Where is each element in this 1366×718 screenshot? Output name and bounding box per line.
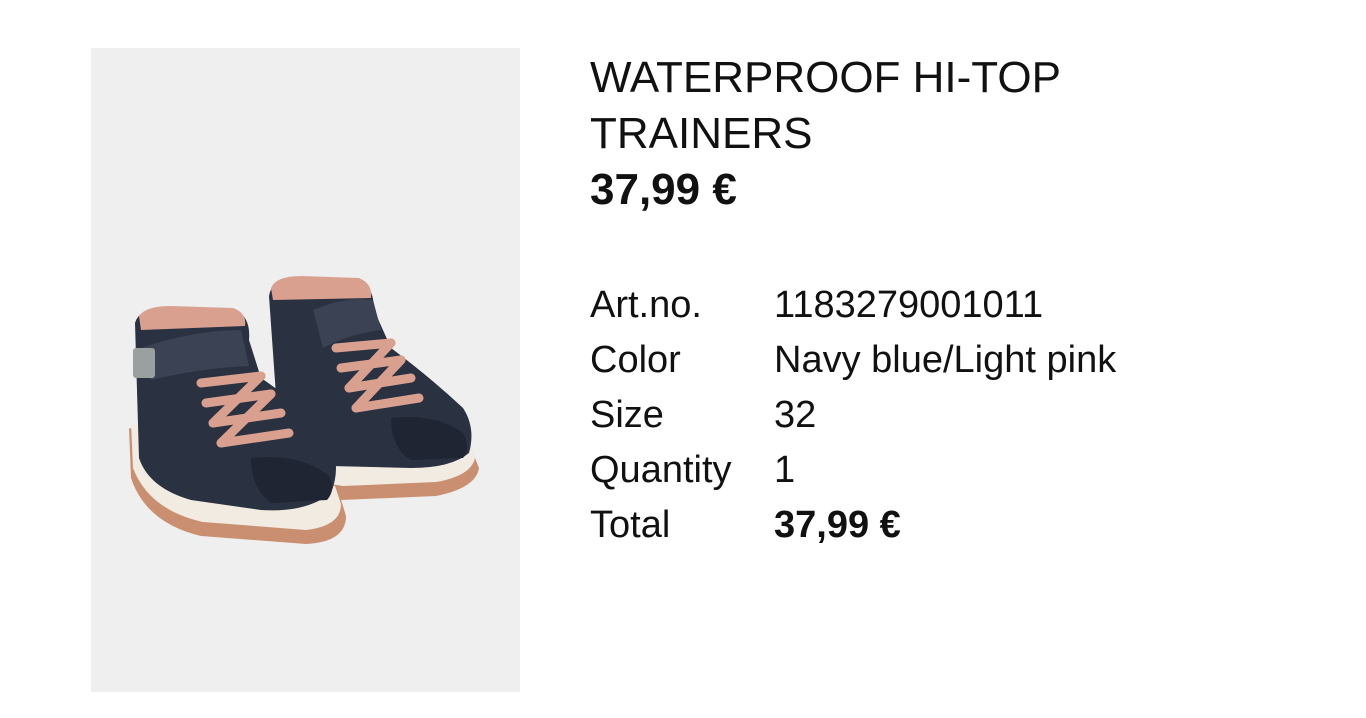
product-price: 37,99 € — [590, 165, 737, 214]
detail-row-art-no: Art.no. 1183279001011 — [590, 278, 1116, 333]
detail-label: Quantity — [590, 449, 732, 491]
detail-value: 1183279001011 — [774, 284, 1044, 326]
detail-label: Size — [590, 394, 664, 436]
detail-value: Navy blue/Light pink — [774, 339, 1117, 381]
product-info: WATERPROOF HI-TOP TRAINERS 37,99 € Art.n… — [590, 50, 1310, 546]
detail-label: Art.no. — [590, 284, 702, 326]
detail-label: Total — [590, 504, 671, 546]
product-name[interactable]: WATERPROOF HI-TOP TRAINERS — [590, 50, 1190, 162]
detail-value: 1 — [774, 449, 796, 491]
detail-row-total: Total 37,99 € — [590, 498, 1116, 553]
trainers-illustration — [129, 276, 479, 544]
detail-row-size: Size 32 — [590, 388, 1116, 443]
detail-row-color: Color Navy blue/Light pink — [590, 333, 1116, 388]
product-image[interactable] — [91, 48, 520, 692]
order-item-page: WATERPROOF HI-TOP TRAINERS 37,99 € Art.n… — [0, 0, 1366, 718]
total-value: 37,99 € — [774, 504, 901, 546]
detail-label: Color — [590, 339, 681, 381]
detail-value: 32 — [774, 394, 817, 436]
detail-row-quantity: Quantity 1 — [590, 443, 1116, 498]
order-details-table: Art.no. 1183279001011 Color Navy blue/Li… — [590, 278, 1116, 553]
